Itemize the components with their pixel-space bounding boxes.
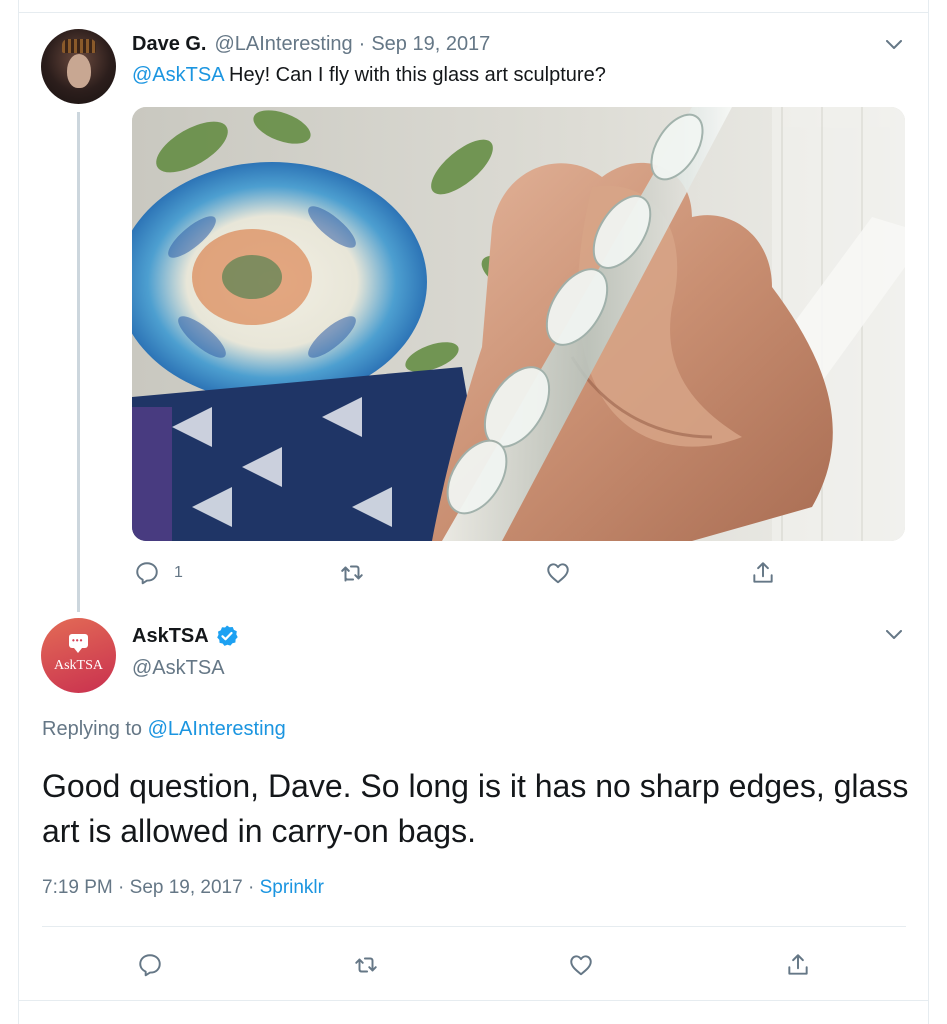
tweet2-metadata: 7:19 PM · Sep 19, 2017 · Sprinklr bbox=[42, 877, 324, 899]
tweet2-author-name[interactable]: AskTSA bbox=[132, 625, 209, 648]
tweet1-header-separator: · bbox=[358, 33, 366, 55]
tweet1-author-name[interactable]: Dave G. bbox=[132, 33, 206, 56]
asktsa-avatar[interactable]: ••• AskTSA bbox=[41, 618, 116, 693]
share-icon[interactable] bbox=[750, 560, 776, 586]
tweet2-source-link[interactable]: Sprinklr bbox=[260, 877, 324, 898]
tweet2-author-handle[interactable]: @AskTSA bbox=[132, 657, 225, 680]
replying-to-prefix: Replying to bbox=[42, 718, 143, 740]
reply-icon[interactable] bbox=[137, 952, 163, 978]
tweet1-author-handle[interactable]: @LAInteresting bbox=[214, 33, 352, 56]
reply-count: 1 bbox=[174, 564, 183, 581]
timeline-bottom-border bbox=[18, 1000, 929, 1001]
tweet1-body: Hey! Can I fly with this glass art sculp… bbox=[229, 64, 606, 86]
tweet1-mention-link[interactable]: @AskTSA bbox=[132, 64, 223, 86]
share-icon[interactable] bbox=[785, 952, 811, 978]
avatar-crown-detail bbox=[62, 39, 96, 53]
replying-to-line: Replying to @LAInteresting bbox=[42, 718, 286, 741]
timeline-left-border bbox=[18, 0, 19, 1024]
tweet1-text: @AskTSA Hey! Can I fly with this glass a… bbox=[132, 64, 606, 87]
tweet1-date[interactable]: Sep 19, 2017 bbox=[371, 33, 490, 56]
chevron-down-icon[interactable] bbox=[886, 630, 902, 640]
like-icon[interactable] bbox=[568, 952, 594, 978]
timeline-right-border bbox=[928, 0, 929, 1024]
chat-dots: ••• bbox=[72, 636, 84, 645]
tweet2-name-row: AskTSA bbox=[132, 624, 239, 648]
retweet-icon[interactable] bbox=[353, 952, 379, 978]
tweet1-photo[interactable] bbox=[132, 107, 905, 541]
asktsa-avatar-text: AskTSA bbox=[53, 658, 103, 673]
avatar-face-detail bbox=[67, 54, 91, 88]
chevron-down-icon[interactable] bbox=[886, 40, 902, 50]
replying-to-link[interactable]: @LAInteresting bbox=[148, 718, 286, 740]
dave-avatar[interactable] bbox=[41, 29, 116, 104]
verified-badge-icon bbox=[216, 625, 238, 646]
tweet2-divider bbox=[42, 926, 906, 927]
timeline-top-border bbox=[18, 12, 929, 13]
reply-icon[interactable] bbox=[134, 560, 160, 586]
retweet-icon[interactable] bbox=[339, 560, 365, 586]
like-icon[interactable] bbox=[545, 560, 571, 586]
tweet1-actions: 1 bbox=[134, 560, 183, 586]
tweet2-text: Good question, Dave. So long is it has n… bbox=[42, 768, 909, 849]
thread-connector-line bbox=[77, 112, 80, 612]
tweet2-timestamp[interactable]: 7:19 PM · Sep 19, 2017 · bbox=[42, 877, 260, 898]
tweet1-header: Dave G. @LAInteresting · Sep 19, 2017 bbox=[132, 33, 490, 56]
glass-sculpture-photo bbox=[132, 107, 905, 541]
